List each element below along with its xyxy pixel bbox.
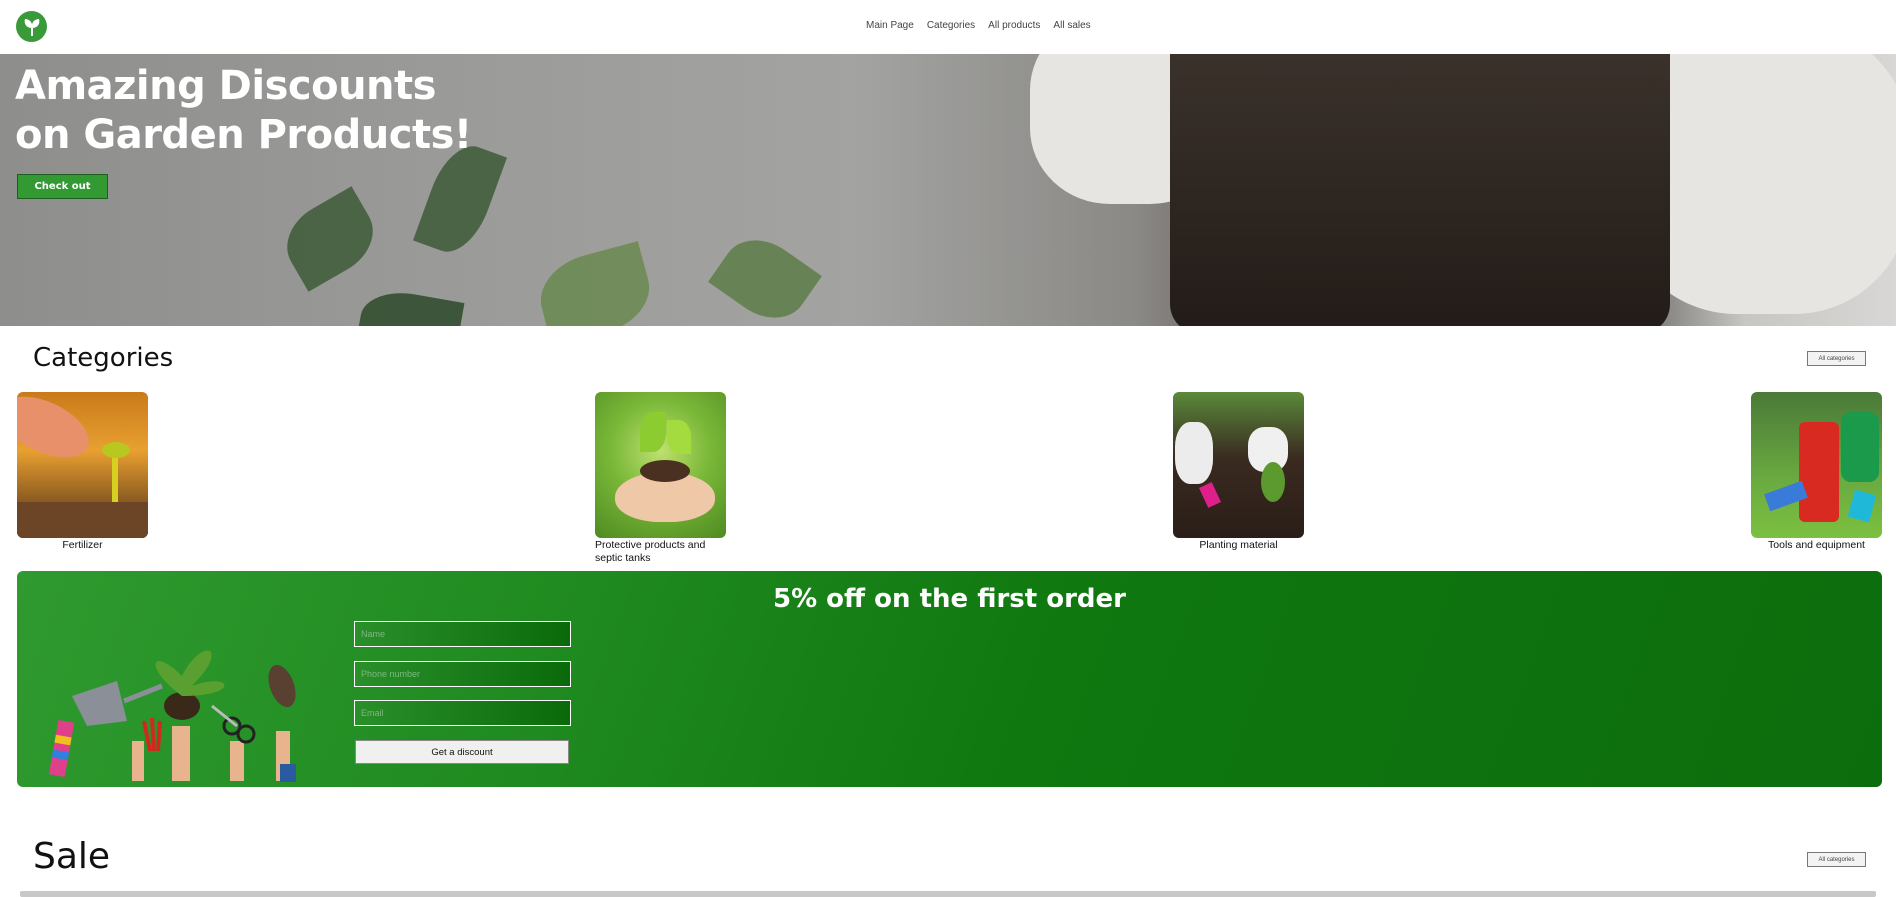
sprout-leaf bbox=[640, 412, 666, 452]
hands-with-garden-tools-illustration bbox=[48, 650, 296, 782]
soil-shape bbox=[17, 502, 148, 538]
hero-title: Amazing Discounts on Garden Products! bbox=[15, 62, 472, 160]
get-discount-button[interactable]: Get a discount bbox=[355, 740, 569, 764]
horizontal-scrollbar[interactable] bbox=[20, 891, 1876, 897]
hero-plant-leaf bbox=[273, 186, 387, 292]
email-input[interactable] bbox=[354, 700, 571, 726]
category-image-tools bbox=[1751, 392, 1882, 538]
nav-all-products[interactable]: All products bbox=[988, 20, 1040, 31]
all-categories-button[interactable]: All categories bbox=[1807, 351, 1866, 366]
logo-leaf-icon[interactable] bbox=[16, 11, 47, 42]
nav-all-sales[interactable]: All sales bbox=[1053, 20, 1090, 31]
category-card-protective[interactable]: Protective products and septic tanks bbox=[595, 392, 726, 565]
sale-all-button[interactable]: All categories bbox=[1807, 852, 1866, 867]
category-card-tools[interactable]: Tools and equipment bbox=[1751, 392, 1882, 552]
sprout-leaf bbox=[667, 420, 691, 454]
phone-number-input[interactable] bbox=[354, 661, 571, 687]
discount-title: 5% off on the first order bbox=[772, 584, 1127, 614]
discount-banner: 5% off on the first order Get a discount bbox=[17, 571, 1882, 787]
hero-title-line1: Amazing Discounts bbox=[15, 63, 436, 109]
category-image-protective bbox=[595, 392, 726, 538]
category-card-fertilizer[interactable]: Fertilizer bbox=[17, 392, 148, 552]
hero-banner: Amazing Discounts on Garden Products! Ch… bbox=[0, 54, 1896, 326]
nav-main-page[interactable]: Main Page bbox=[866, 20, 914, 31]
hand-shape bbox=[17, 392, 99, 470]
category-image-fertilizer bbox=[17, 392, 148, 538]
category-label: Fertilizer bbox=[62, 539, 103, 551]
name-input[interactable] bbox=[354, 621, 571, 647]
main-nav: Main Page Categories All products All sa… bbox=[866, 20, 1091, 31]
nav-categories[interactable]: Categories bbox=[927, 20, 975, 31]
sale-title: Sale bbox=[33, 836, 111, 877]
watering-can-shape bbox=[1841, 412, 1879, 482]
soil-shape bbox=[640, 460, 690, 482]
hero-plant-leaf bbox=[708, 224, 822, 326]
category-card-planting[interactable]: Planting material bbox=[1173, 392, 1304, 552]
hero-plant-leaf bbox=[355, 285, 465, 326]
hero-title-line2: on Garden Products! bbox=[15, 112, 472, 158]
sprout-leaf bbox=[102, 442, 130, 458]
site-header: Main Page Categories All products All sa… bbox=[0, 0, 1896, 54]
category-image-planting bbox=[1173, 392, 1304, 538]
glove-shape bbox=[1175, 422, 1213, 484]
hero-plant-leaf bbox=[531, 241, 659, 326]
bucket-shape bbox=[1799, 422, 1839, 522]
category-label: Tools and equipment bbox=[1768, 539, 1865, 551]
categories-title: Categories bbox=[33, 343, 174, 373]
check-out-button[interactable]: Check out bbox=[17, 174, 108, 199]
trowel-shape bbox=[1199, 482, 1221, 508]
category-label: Protective products and septic tanks bbox=[595, 539, 706, 564]
shovel-shape bbox=[1847, 489, 1877, 523]
category-label: Planting material bbox=[1199, 539, 1278, 551]
seedling-shape bbox=[1261, 462, 1285, 502]
hero-apron bbox=[1170, 54, 1670, 326]
